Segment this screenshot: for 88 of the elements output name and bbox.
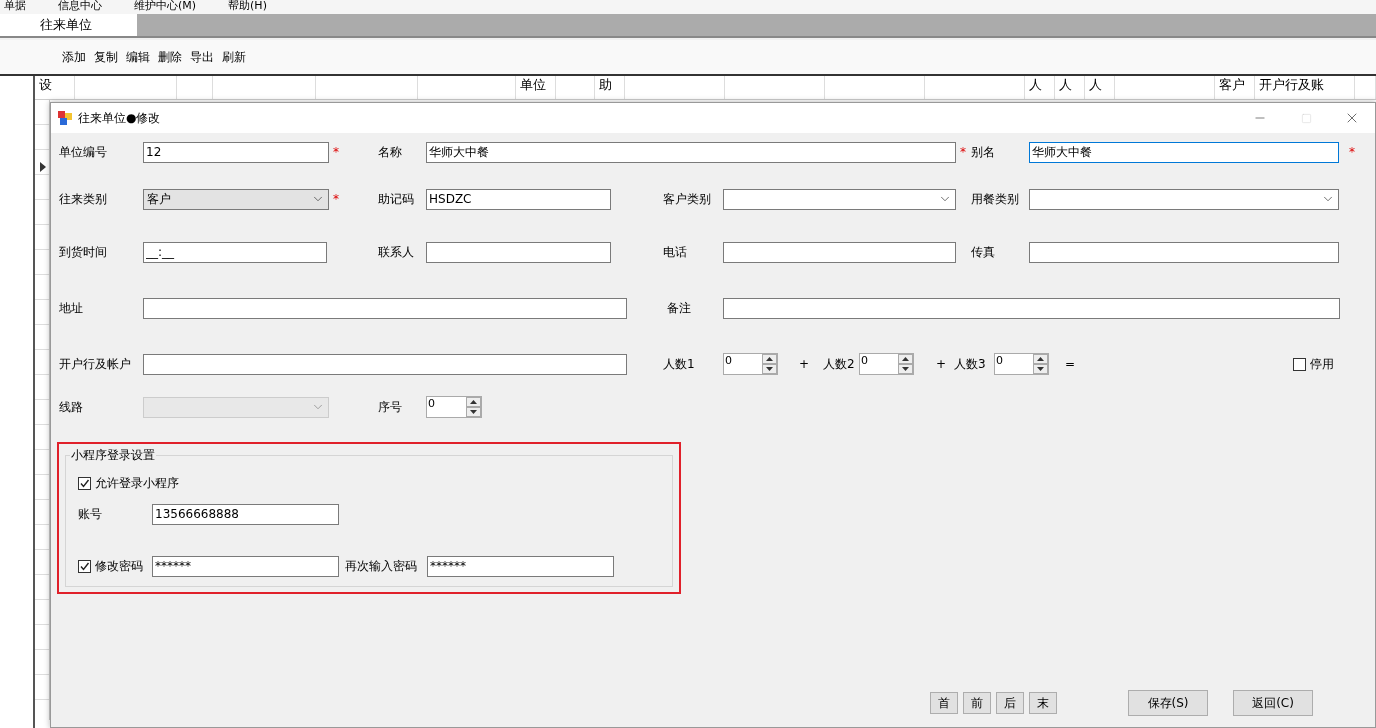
spin-arrows-icon[interactable] bbox=[466, 397, 481, 417]
input-field[interactable] bbox=[143, 297, 627, 319]
nav-button[interactable]: 后 bbox=[996, 692, 1024, 714]
input-field[interactable] bbox=[723, 241, 956, 263]
spin-arrows-icon[interactable] bbox=[762, 354, 777, 374]
maximize-icon bbox=[1300, 112, 1312, 124]
operator-sign: + bbox=[935, 357, 947, 371]
number-spinner[interactable]: 0 bbox=[859, 353, 914, 375]
toolbar-button[interactable]: 添加 bbox=[60, 46, 88, 68]
dropdown[interactable] bbox=[723, 188, 956, 210]
field-label: 人数3 bbox=[954, 355, 987, 373]
field-label: 传真 bbox=[971, 243, 996, 261]
field-label: 备注 bbox=[667, 299, 692, 317]
menu-item[interactable]: 单据 bbox=[0, 0, 26, 14]
field-label: 再次输入密码 bbox=[345, 557, 418, 575]
check-icon bbox=[79, 560, 90, 572]
save-button[interactable]: 保存(S) bbox=[1128, 690, 1208, 716]
column-header: 客户 bbox=[1215, 76, 1255, 99]
password-field[interactable]: ****** bbox=[152, 555, 339, 577]
nav-button[interactable]: 首 bbox=[930, 692, 958, 714]
row-pointer-icon bbox=[40, 162, 46, 172]
field-label: 人数1 bbox=[663, 355, 696, 373]
field-label: 地址 bbox=[59, 299, 84, 317]
tab[interactable]: 往来单位 bbox=[0, 14, 137, 36]
spin-arrows-icon[interactable] bbox=[898, 354, 913, 374]
dropdown[interactable]: 客户 bbox=[143, 188, 329, 210]
toolbar-button[interactable]: 编辑 bbox=[124, 46, 152, 68]
window-title: 往来单位●修改 bbox=[78, 109, 162, 127]
number-spinner[interactable]: 0 bbox=[994, 353, 1049, 375]
check-icon bbox=[79, 477, 90, 489]
column-header: 单位 bbox=[516, 76, 556, 99]
field-label: 人数2 bbox=[823, 355, 856, 373]
input-field[interactable] bbox=[723, 297, 1340, 319]
column-header: 开户行及账 bbox=[1255, 76, 1355, 99]
checkbox[interactable]: 停用 bbox=[1293, 355, 1334, 373]
input-field[interactable]: __:__ bbox=[143, 241, 327, 263]
required-mark: * bbox=[1349, 145, 1356, 159]
field-label: 客户类别 bbox=[663, 190, 712, 208]
number-spinner[interactable]: 0 bbox=[426, 396, 482, 418]
field-label: 电话 bbox=[663, 243, 688, 261]
input-field[interactable]: 13566668888 bbox=[152, 503, 339, 525]
input-field[interactable]: 华师大中餐 bbox=[426, 141, 956, 163]
field-label: 用餐类别 bbox=[971, 190, 1020, 208]
input-field[interactable]: 12 bbox=[143, 141, 329, 163]
menu-item[interactable]: 帮助(H) bbox=[224, 0, 267, 14]
field-label: 开户行及帐户 bbox=[59, 355, 132, 373]
column-header: 助 bbox=[595, 76, 625, 99]
dropdown[interactable] bbox=[1029, 188, 1339, 210]
input-field[interactable]: HSDZC bbox=[426, 188, 611, 210]
menu-item[interactable]: 信息中心 bbox=[54, 0, 102, 14]
back-button[interactable]: 返回(C) bbox=[1233, 690, 1313, 716]
input-field[interactable] bbox=[1029, 241, 1339, 263]
field-label: 序号 bbox=[378, 398, 403, 416]
column-header: 人 bbox=[1025, 76, 1055, 99]
field-label: 联系人 bbox=[378, 243, 415, 261]
nav-button[interactable]: 前 bbox=[963, 692, 991, 714]
toolbar-button[interactable]: 导出 bbox=[188, 46, 216, 68]
toolbar-button[interactable]: 刷新 bbox=[220, 46, 248, 68]
group-title: 小程序登录设置 bbox=[70, 447, 156, 464]
password-field[interactable]: ****** bbox=[427, 555, 614, 577]
spin-arrows-icon[interactable] bbox=[1033, 354, 1048, 374]
column-header: 人 bbox=[1055, 76, 1085, 99]
input-field[interactable] bbox=[143, 353, 627, 375]
menu-item[interactable]: 维护中心(M) bbox=[130, 0, 197, 14]
checkbox[interactable]: 修改密码 bbox=[78, 557, 152, 575]
app-icon bbox=[58, 111, 72, 125]
field-label: 账号 bbox=[78, 505, 103, 523]
required-mark: * bbox=[960, 145, 967, 159]
toolbar-button[interactable]: 删除 bbox=[156, 46, 184, 68]
required-mark: * bbox=[333, 145, 340, 159]
field-label: 往来类别 bbox=[59, 190, 108, 208]
checkbox[interactable]: 允许登录小程序 bbox=[78, 474, 179, 492]
toolbar-button[interactable]: 复制 bbox=[92, 46, 120, 68]
field-label: 单位编号 bbox=[59, 143, 108, 161]
field-label: 助记码 bbox=[378, 190, 415, 208]
nav-button[interactable]: 末 bbox=[1029, 692, 1057, 714]
column-header: 人 bbox=[1085, 76, 1115, 99]
field-label: 别名 bbox=[971, 143, 996, 161]
field-label: 线路 bbox=[59, 398, 84, 416]
input-field[interactable]: 华师大中餐 bbox=[1029, 141, 1339, 163]
operator-sign: = bbox=[1064, 357, 1076, 371]
field-label: 名称 bbox=[378, 143, 403, 161]
required-mark: * bbox=[333, 192, 340, 206]
column-header: 设 bbox=[35, 76, 75, 99]
field-label: 到货时间 bbox=[59, 243, 108, 261]
input-field[interactable] bbox=[426, 241, 611, 263]
operator-sign: + bbox=[798, 357, 810, 371]
number-spinner[interactable]: 0 bbox=[723, 353, 778, 375]
